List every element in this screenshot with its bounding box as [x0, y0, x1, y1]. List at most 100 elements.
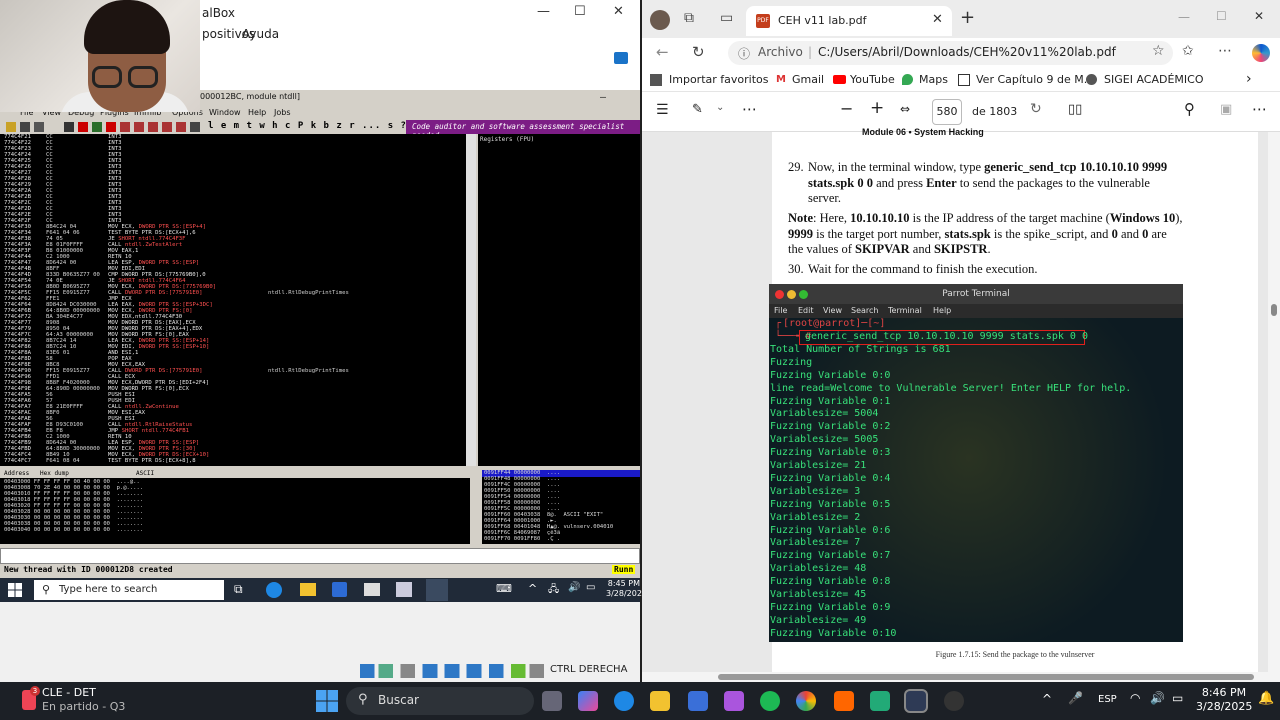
favorites-icon[interactable]: ✩ — [1182, 43, 1194, 59]
minimize-icon[interactable]: — — [537, 4, 550, 19]
obs-icon[interactable] — [944, 691, 964, 711]
pdf-viewport[interactable]: Module 06 • System Hacking 29. Now, in t… — [642, 127, 1280, 672]
wifi-icon[interactable]: ◠ — [1130, 691, 1140, 705]
rotate-icon[interactable]: ↻ — [1030, 101, 1042, 117]
stack-row[interactable]: 0091FF70 0091FF80 .Ç . — [484, 536, 560, 542]
fav-gmail[interactable]: Gmail — [792, 73, 824, 86]
volume-icon[interactable]: 🔊 — [1150, 691, 1165, 705]
favorites-chevron-icon[interactable]: › — [1246, 71, 1252, 87]
play-icon[interactable] — [92, 122, 102, 132]
file-explorer-icon[interactable] — [300, 583, 316, 596]
virtualbox-taskbar-icon[interactable] — [906, 691, 926, 711]
file-explorer-icon[interactable] — [650, 691, 670, 711]
keyboard-icon[interactable]: ⌨ — [496, 582, 512, 595]
host-search-box[interactable]: ⚲ Buscar — [346, 687, 534, 715]
fav-import[interactable]: Importar favoritos — [669, 73, 768, 86]
trace-into-icon[interactable] — [148, 122, 158, 132]
notification-tray-icon[interactable]: ▭ — [586, 582, 595, 593]
dump-row[interactable]: 00403040 00 00 00 00 00 00 00 00 .......… — [4, 527, 143, 533]
cpu-disassembly-pane[interactable]: 774C4F21 CC INT3 774C4F22 CC INT3 774C4F23 CC IN… — [0, 134, 466, 466]
pdf-vertical-scrollbar[interactable] — [1268, 132, 1280, 672]
language-indicator[interactable]: ESP — [1098, 694, 1117, 705]
menu-help[interactable]: Help — [248, 108, 266, 117]
network-icon[interactable]: 🖧 — [548, 582, 559, 599]
sports-widget[interactable]: CLE - DET En partido - Q3 — [42, 686, 125, 714]
debugger-window-controls[interactable]: — ☐ — [600, 92, 648, 103]
notifications-icon[interactable]: 🔔 — [1258, 691, 1274, 706]
debugger-banner[interactable]: Code auditor and software assessment spe… — [406, 120, 640, 140]
windows-start-icon[interactable] — [316, 690, 338, 712]
goto-icon[interactable] — [190, 122, 200, 132]
maximize-icon[interactable]: ☐ — [1216, 9, 1227, 23]
menu-ayuda[interactable]: Ayuda — [242, 27, 279, 41]
fav-youtube[interactable]: YouTube — [850, 73, 895, 86]
maximize-icon[interactable]: ☐ — [574, 4, 586, 19]
chrome-icon[interactable] — [796, 691, 816, 711]
minimize-icon[interactable]: — — [1178, 10, 1190, 24]
edge-icon[interactable] — [266, 582, 282, 598]
trace-over-icon[interactable] — [162, 122, 172, 132]
host-clock[interactable]: 8:46 PM 3/28/2025 — [1196, 686, 1252, 714]
tray-chevron-icon[interactable]: ^ — [528, 582, 537, 595]
pause-icon[interactable] — [106, 122, 116, 132]
registers-pane[interactable]: Registers (FPU) — [478, 134, 640, 466]
close-icon[interactable]: ✕ — [1254, 9, 1264, 23]
command-line-input[interactable] — [0, 548, 640, 564]
cpu-scrollbar[interactable] — [466, 134, 476, 466]
app-icon[interactable] — [870, 691, 890, 711]
toolbar-window-letters[interactable]: l e m t w h c P k b z r ... s ? — [208, 121, 407, 131]
task-view-icon[interactable] — [542, 691, 562, 711]
menu-jobs[interactable]: Jobs — [274, 108, 291, 117]
immunity-debugger-icon[interactable] — [426, 579, 448, 601]
search-icon[interactable]: ⚲ — [1184, 100, 1195, 118]
battery-icon[interactable]: ▭ — [1172, 691, 1183, 705]
tab-ceh-pdf[interactable]: PDF CEH v11 lab.pdf ✕ — [746, 6, 952, 36]
snipping-tool-icon[interactable] — [724, 691, 744, 711]
zoom-in-icon[interactable]: + — [870, 98, 884, 118]
close-icon[interactable]: ✕ — [613, 4, 624, 19]
fit-page-icon[interactable]: ⇔ — [900, 102, 910, 116]
open-icon[interactable] — [6, 122, 16, 132]
more-tools-icon[interactable]: ⋯ — [742, 100, 757, 118]
brave-icon[interactable] — [834, 691, 854, 711]
restart-icon[interactable] — [20, 122, 30, 132]
vm-clock[interactable]: 8:45 PM 3/28/202 — [606, 579, 642, 599]
copilot-app-icon[interactable] — [578, 691, 598, 711]
stack-pane[interactable]: 0091FF44 00000000 .... 0091FF48 00000000 … — [482, 470, 640, 544]
rewind-icon[interactable] — [64, 122, 74, 132]
tab-close-icon[interactable]: ✕ — [932, 12, 943, 27]
address-bar[interactable]: ⓘ Archivo | C:/Users/Abril/Downloads/CEH… — [728, 41, 1173, 65]
spotify-icon[interactable] — [760, 691, 780, 711]
back-icon[interactable]: ← — [656, 43, 669, 61]
contents-icon[interactable]: ☰ — [656, 102, 669, 118]
draw-icon[interactable]: ✎ — [692, 102, 703, 117]
favorite-star-icon[interactable]: ☆ — [1152, 43, 1165, 59]
execute-till-return-icon[interactable] — [176, 122, 186, 132]
vertical-tabs-icon[interactable]: ▭ — [720, 10, 733, 26]
windows-start-icon[interactable] — [8, 583, 22, 597]
app-icon[interactable] — [396, 582, 412, 597]
close-file-icon[interactable] — [34, 122, 44, 132]
tray-chevron-icon[interactable]: ^ — [1042, 692, 1052, 706]
refresh-icon[interactable]: ↻ — [692, 43, 705, 61]
page-number-input[interactable]: 580 — [932, 99, 962, 125]
microphone-icon[interactable]: 🎤 — [1068, 691, 1083, 705]
page-view-icon[interactable]: ▯▯ — [1068, 102, 1082, 117]
store-icon[interactable] — [332, 582, 347, 597]
menu-window[interactable]: Window — [209, 108, 241, 117]
step-into-icon[interactable] — [120, 122, 130, 132]
workspaces-icon[interactable]: ⧉ — [684, 10, 694, 26]
store-icon[interactable] — [688, 691, 708, 711]
step-over-icon[interactable] — [134, 122, 144, 132]
draw-dropdown-icon[interactable]: ⌄ — [716, 102, 724, 113]
copilot-icon[interactable] — [1252, 44, 1270, 62]
vm-device-indicators[interactable] — [360, 664, 544, 678]
fav-sigei[interactable]: SIGEI ACADÉMICO — [1104, 73, 1203, 86]
stop-icon[interactable] — [78, 122, 88, 132]
fav-capitulo[interactable]: Ver Capítulo 9 de M... — [976, 73, 1094, 86]
more-options-icon[interactable]: ⋯ — [1218, 43, 1232, 59]
task-view-icon[interactable]: ⧉ — [234, 582, 243, 597]
volume-icon[interactable]: 🔊 — [568, 582, 580, 593]
new-tab-icon[interactable]: + — [960, 7, 975, 28]
info-icon[interactable]: ⓘ — [738, 45, 750, 62]
